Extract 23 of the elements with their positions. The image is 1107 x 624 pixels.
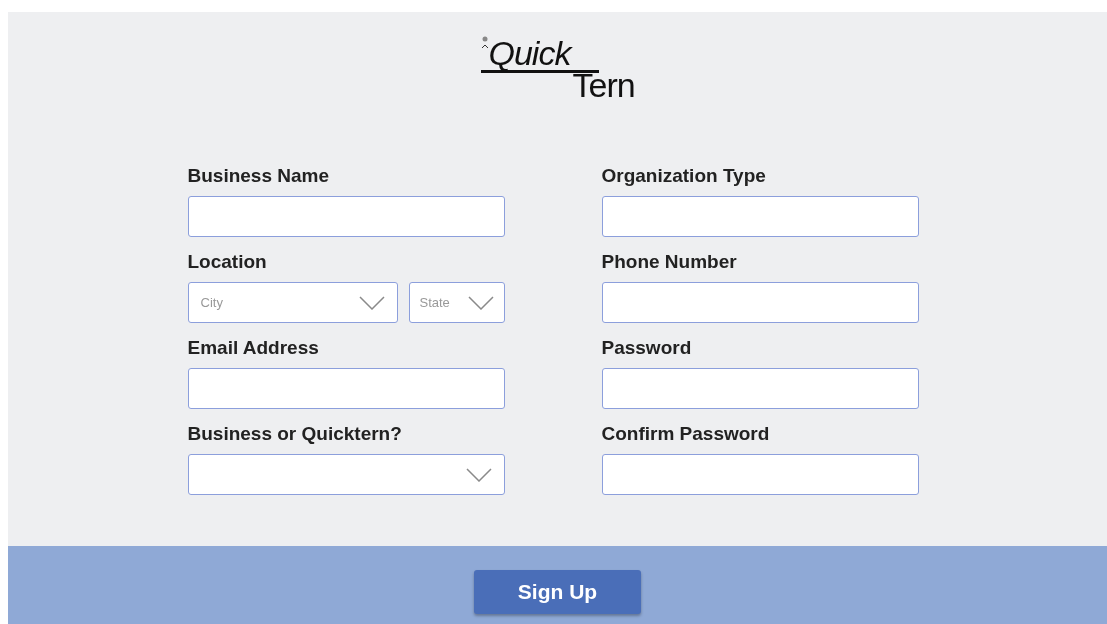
chevron-down-icon xyxy=(465,467,492,482)
field-label: Password xyxy=(601,336,693,360)
input-field[interactable] xyxy=(601,282,919,323)
dropdown[interactable]: State xyxy=(408,282,505,323)
field-label: Location xyxy=(187,250,268,274)
logo-text: Quick xyxy=(488,36,571,70)
logo-text: Tern xyxy=(572,70,635,100)
dropdown[interactable] xyxy=(187,454,505,495)
field-label: Confirm Password xyxy=(601,422,771,446)
field-label: Organization Type xyxy=(601,164,767,188)
input-field[interactable] xyxy=(601,196,919,237)
input-field[interactable] xyxy=(601,454,919,495)
field-label: Phone Number xyxy=(601,250,738,274)
field-label: Email Address xyxy=(187,336,320,360)
input-field[interactable] xyxy=(187,368,505,409)
field-label: Business or Quicktern? xyxy=(187,422,403,446)
field-label: Business Name xyxy=(187,164,330,188)
input-field[interactable] xyxy=(601,368,919,409)
chevron-down-icon xyxy=(358,295,385,310)
input-field[interactable] xyxy=(187,196,505,237)
dropdown[interactable]: City xyxy=(187,282,398,323)
chevron-down-icon xyxy=(467,295,494,310)
sign-up-button[interactable]: Sign Up xyxy=(474,570,641,614)
